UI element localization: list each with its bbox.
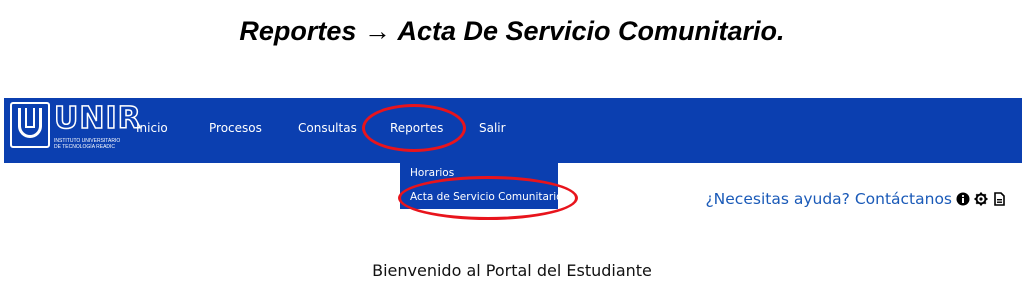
nav-item-reportes[interactable]: Reportes [390, 121, 443, 135]
top-navbar: UNIR Instituto Universitario de Tecnolog… [4, 98, 1022, 163]
nav-item-salir[interactable]: Salir [479, 121, 506, 135]
dropdown-item-horarios[interactable]: Horarios [400, 161, 558, 185]
file-icon[interactable] [992, 192, 1006, 206]
nav-item-inicio[interactable]: Inicio [136, 121, 168, 135]
welcome-message: Bienvenido al Portal del Estudiante [372, 261, 652, 280]
dropdown-item-acta-servicio-comunitario[interactable]: Acta de Servicio Comunitario [400, 185, 563, 209]
nav-item-consultas[interactable]: Consultas [298, 121, 357, 135]
info-icon[interactable] [956, 192, 970, 206]
nav-item-procesos[interactable]: Procesos [209, 121, 262, 135]
reportes-dropdown: Horarios Acta de Servicio Comunitario [400, 161, 563, 209]
document-heading: Reportes → Acta De Servicio Comunitario. [239, 16, 785, 46]
help-bar: ¿Necesitas ayuda? Contáctanos [705, 190, 1006, 208]
help-contact-link[interactable]: ¿Necesitas ayuda? Contáctanos [705, 190, 952, 208]
nav-menu: Inicio Procesos Consultas Reportes Salir [4, 98, 1022, 163]
gear-icon[interactable] [974, 192, 988, 206]
